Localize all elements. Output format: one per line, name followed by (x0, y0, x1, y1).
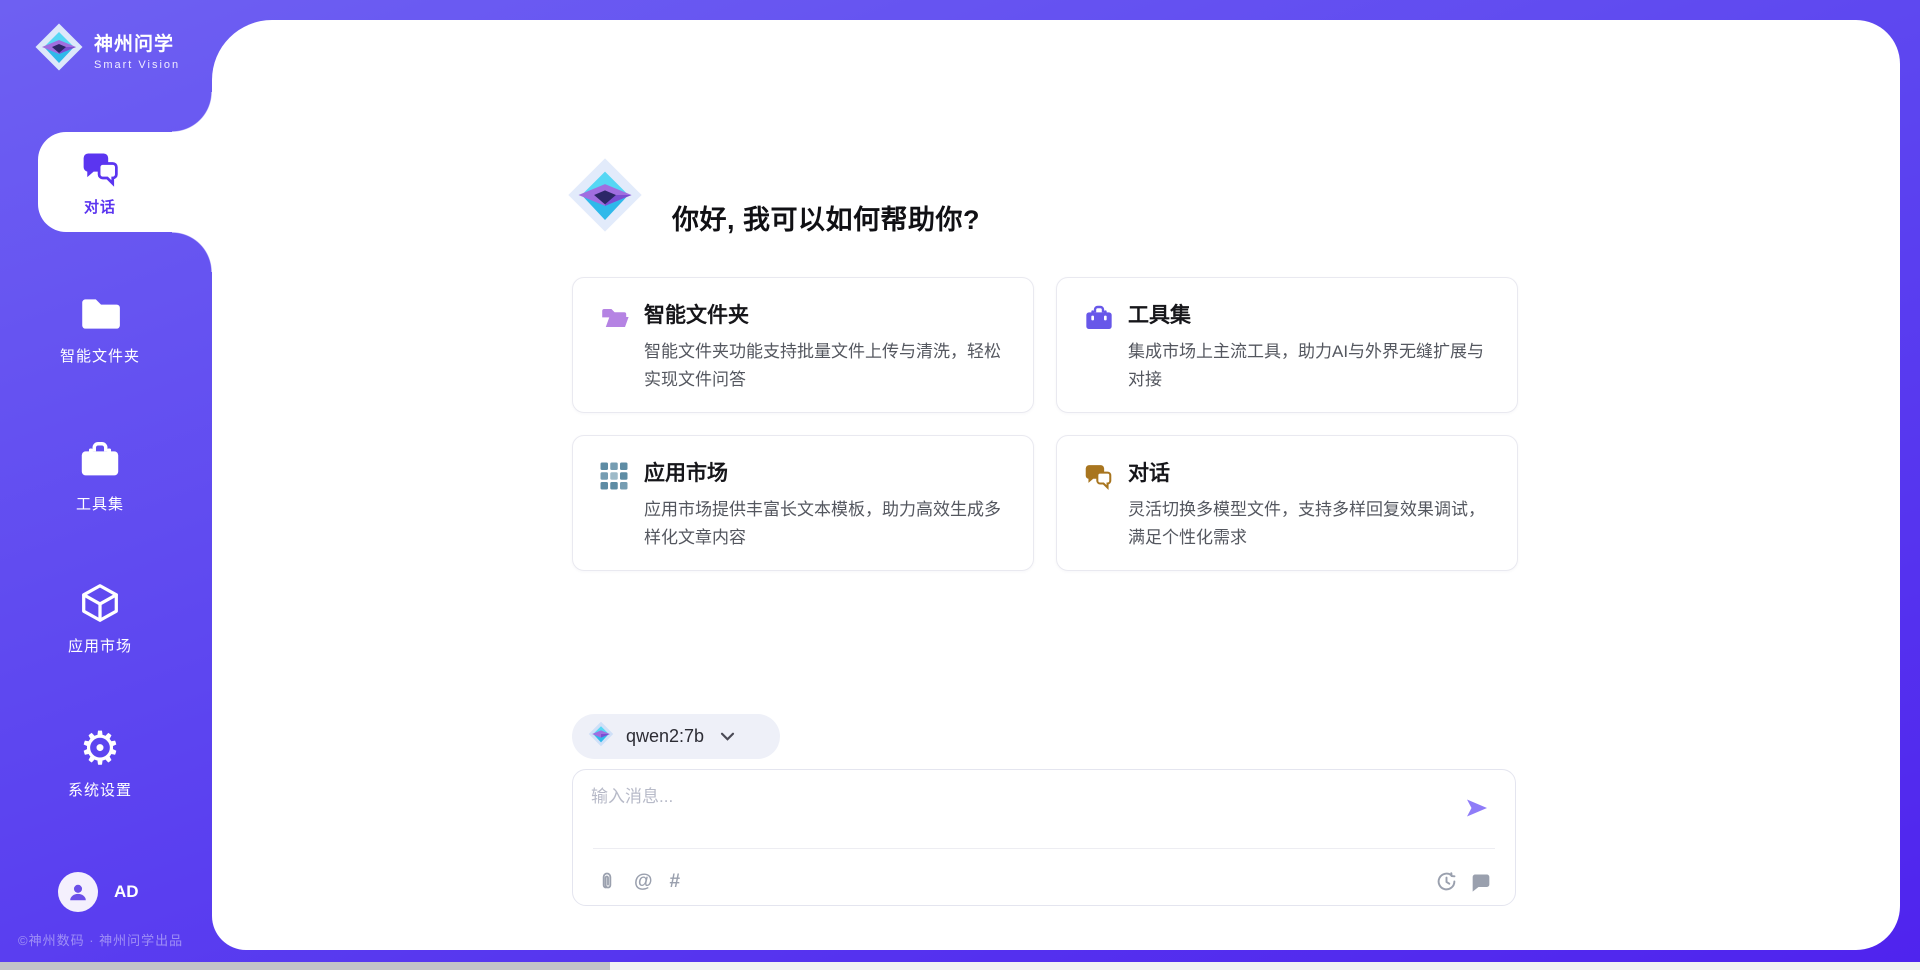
model-selector[interactable]: qwen2:7b (572, 714, 780, 759)
composer-divider (593, 848, 1495, 849)
chevron-down-icon (720, 731, 735, 742)
sidebar-item-label: 应用市场 (0, 635, 200, 656)
chat-bubbles-icon (38, 148, 162, 188)
message-input[interactable] (591, 782, 1431, 840)
feature-cards: 智能文件夹 智能文件夹功能支持批量文件上传与清洗，轻松实现文件问答 工具集 集成… (572, 277, 1518, 571)
avatar (58, 872, 98, 912)
card-desc: 集成市场上主流工具，助力AI与外界无缝扩展与对接 (1128, 338, 1491, 394)
composer-tools-right (1436, 871, 1491, 892)
hero-diamond-icon (566, 156, 644, 239)
copyright-text: ©神州数码 · 神州问学出品 (18, 930, 183, 949)
card-title: 智能文件夹 (644, 299, 1005, 329)
user-account[interactable]: AD (58, 872, 139, 912)
toolbox-icon (1083, 303, 1115, 340)
card-title: 对话 (1128, 457, 1489, 487)
folder-icon (0, 290, 200, 336)
card-chat[interactable]: 对话 灵活切换多模型文件，支持多样回复效果调试，满足个性化需求 (1056, 435, 1518, 571)
sidebar-item-label: 工具集 (0, 493, 200, 514)
greeting-title: 你好, 我可以如何帮助你? (672, 198, 980, 237)
history-icon[interactable] (1436, 871, 1457, 892)
attach-icon[interactable] (597, 870, 617, 892)
sidebar-item-label: 对话 (38, 196, 162, 217)
user-initials: AD (114, 882, 139, 902)
card-title: 工具集 (1128, 299, 1489, 329)
toolbox-icon (0, 438, 200, 484)
active-tab-fillet-bottom (172, 232, 212, 272)
sidebar-item-label: 智能文件夹 (0, 345, 200, 366)
sidebar-item-label: 系统设置 (0, 779, 200, 800)
horizontal-scrollbar (0, 962, 1920, 970)
brand-diamond-icon (34, 22, 84, 77)
model-diamond-icon (588, 721, 614, 752)
card-desc: 智能文件夹功能支持批量文件上传与清洗，轻松实现文件问答 (644, 338, 1007, 394)
sidebar-item-chat[interactable]: 对话 (38, 132, 212, 232)
hashtag-icon[interactable]: # (670, 872, 681, 891)
send-icon[interactable] (1465, 798, 1489, 823)
cube-icon (0, 580, 200, 626)
message-composer: @ # (572, 769, 1516, 906)
scrollbar-thumb[interactable] (0, 962, 610, 970)
model-name: qwen2:7b (626, 726, 704, 747)
card-smart-folders[interactable]: 智能文件夹 智能文件夹功能支持批量文件上传与清洗，轻松实现文件问答 (572, 277, 1034, 413)
card-app-market[interactable]: 应用市场 应用市场提供丰富长文本模板，助力高效生成多样化文章内容 (572, 435, 1034, 571)
app-window: 神州问学 Smart Vision 对话 智能文件夹 (0, 0, 1920, 970)
main-panel: 你好, 我可以如何帮助你? 智能文件夹 智能文件夹功能支持批量文件上传与清洗，轻… (212, 20, 1900, 950)
active-tab-fillet-top (172, 92, 212, 132)
brand-logo: 神州问学 Smart Vision (34, 22, 180, 77)
chat-bubbles-icon (1083, 461, 1113, 496)
brand-subtitle: Smart Vision (94, 59, 180, 71)
app-grid-icon (599, 461, 629, 496)
composer-tools-left: @ # (597, 870, 680, 892)
gear-icon: ⚙ (79, 726, 120, 770)
mention-icon[interactable]: @ (634, 872, 653, 891)
sidebar-item-settings[interactable]: ⚙ 系统设置 (0, 726, 200, 800)
sidebar-item-tools[interactable]: 工具集 (0, 438, 200, 514)
folder-open-icon (599, 303, 631, 340)
brand-name: 神州问学 (94, 29, 180, 56)
card-desc: 灵活切换多模型文件，支持多样回复效果调试，满足个性化需求 (1128, 496, 1491, 552)
card-desc: 应用市场提供丰富长文本模板，助力高效生成多样化文章内容 (644, 496, 1007, 552)
card-title: 应用市场 (644, 457, 1005, 487)
card-toolset[interactable]: 工具集 集成市场上主流工具，助力AI与外界无缝扩展与对接 (1056, 277, 1518, 413)
feedback-icon[interactable] (1471, 872, 1491, 892)
sidebar-item-folders[interactable]: 智能文件夹 (0, 290, 200, 366)
sidebar-item-apps[interactable]: 应用市场 (0, 580, 200, 656)
